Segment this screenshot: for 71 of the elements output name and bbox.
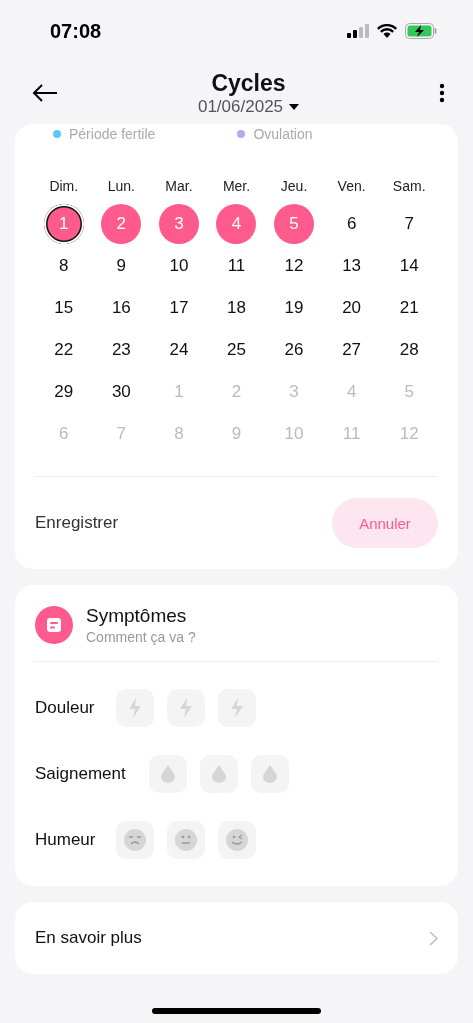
calendar-day[interactable]: 30 [106,372,137,412]
calendar-day[interactable]: 17 [163,288,194,328]
weekday-label: Sam. [392,178,426,194]
calendar-day[interactable]: 16 [106,288,137,328]
lightning-icon [126,698,143,718]
caret-down-icon [289,103,300,110]
section-title: Symptômes [86,605,188,627]
page-title: Cycles [211,69,286,97]
more-menu-button[interactable] [437,81,447,105]
signal-icon [347,24,369,38]
symptom-label: Douleur [35,698,95,718]
calendar-day[interactable]: 10 [163,246,194,286]
section-subtitle: Comment ça va ? [86,629,196,645]
calendar-day[interactable]: 13 [336,246,367,286]
weekday-label: Jeu. [280,178,308,194]
symptom-option[interactable] [148,755,187,793]
drop-icon [160,765,175,783]
calendar-day[interactable]: 19 [279,288,310,328]
calendar-day[interactable]: 29 [48,372,79,412]
calendar-day[interactable]: 15 [48,288,79,328]
calendar-day[interactable]: 22 [48,330,79,370]
note-icon [35,606,73,644]
symptom-option[interactable] [167,821,206,859]
winking-face-icon [226,829,249,851]
chevron-right-icon [429,930,438,946]
weekday-label: Ven. [337,178,366,194]
drop-icon [262,765,277,783]
calendar-day[interactable]: 12 [279,246,310,286]
calendar-day[interactable]: 20 [336,288,367,328]
date-selector[interactable]: 01/06/2025 [197,96,300,117]
calendar-day[interactable]: 7 [394,204,425,244]
calendar-day[interactable]: 23 [106,330,137,370]
symptom-option[interactable] [115,689,154,727]
symptom-option[interactable] [116,821,155,859]
symptom-option[interactable] [199,755,238,793]
calendar-day[interactable]: 14 [394,246,425,286]
symptom-option[interactable] [166,689,205,727]
status-time: 07:08 [50,19,102,43]
calendar-day[interactable]: 18 [221,288,252,328]
calendar-day[interactable]: 26 [279,330,310,370]
more-icon [439,83,445,103]
battery-icon [405,23,437,39]
calendar-day[interactable]: 8 [48,246,79,286]
weekday-label: Mer. [222,178,251,194]
weekday-label: Mar. [165,178,193,194]
symptom-option[interactable] [250,755,289,793]
symptom-label: Humeur [35,830,96,850]
lightning-icon [177,698,194,718]
weekday-label: Lun. [107,178,135,194]
learn-more-row[interactable]: En savoir plus [15,902,458,974]
symptom-option[interactable] [217,689,256,727]
lightning-icon [228,698,245,718]
calendar-day[interactable]: 11 [221,246,252,286]
calendar-day[interactable]: 28 [394,330,425,370]
calendar-day[interactable]: 27 [336,330,367,370]
weekday-label: Dim. [49,178,79,194]
symptom-option[interactable] [218,821,257,859]
legend-label: Période fertile [69,126,156,142]
neutral-face-icon [175,829,198,851]
calendar-day[interactable]: 25 [221,330,252,370]
save-button[interactable]: Enregistrer [35,513,119,533]
drop-icon [211,765,226,783]
back-arrow-icon [32,83,58,103]
calendar-day[interactable]: 6 [336,204,367,244]
legend-label: Ovulation [253,126,313,142]
calendar-day[interactable]: 21 [394,288,425,328]
symptom-label: Saignement [35,764,126,784]
calendar-day[interactable]: 9 [106,246,137,286]
wifi-icon [377,24,397,38]
calendar-day[interactable]: 24 [163,330,194,370]
sad-face-icon [124,829,147,851]
